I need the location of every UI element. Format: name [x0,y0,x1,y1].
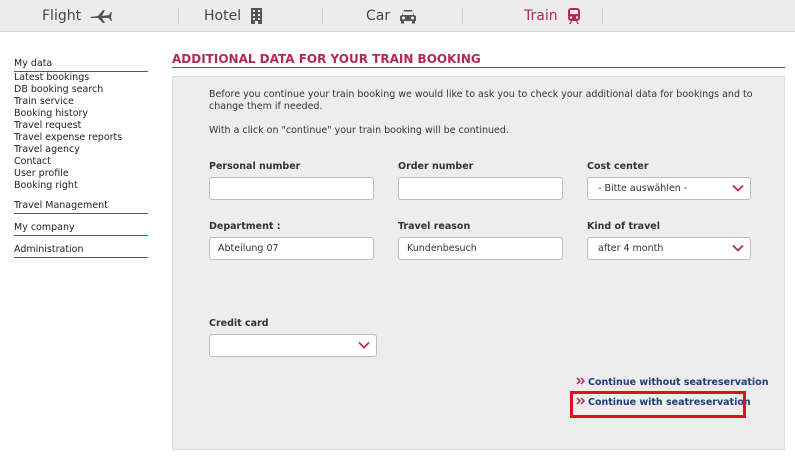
chevron-down-icon [732,244,744,256]
department-input[interactable]: Abteilung 07 [209,237,374,260]
nav-separator [322,8,323,24]
intro-text: Before you continue your train booking w… [209,89,753,112]
sidebar-my-company[interactable]: My company [14,222,148,236]
sidebar-item-user-profile[interactable]: User profile [14,168,148,180]
sidebar-item-booking-right[interactable]: Booking right [14,180,148,192]
tab-flight[interactable]: Flight [42,0,113,32]
tab-car-label: Car [366,8,391,24]
continue-hint-text: With a click on "continue" your train bo… [209,125,509,136]
sidebar-item-contact[interactable]: Contact [14,156,148,168]
sidebar-item-travel-request[interactable]: Travel request [14,120,148,132]
sidebar-item-booking-history[interactable]: Booking history [14,108,148,120]
personal-number-label: Personal number [209,161,301,172]
cost-center-value: - Bitte auswählen - [598,183,688,194]
sidebar: My data Latest bookings DB booking searc… [14,58,148,258]
highlight-box [570,391,746,418]
sidebar-my-data-list: Latest bookings DB booking search Train … [14,72,148,192]
sidebar-item-latest-bookings[interactable]: Latest bookings [14,72,148,84]
nav-separator [462,8,463,24]
sidebar-my-data[interactable]: My data [14,58,148,72]
chevron-down-icon [358,341,370,353]
continue-without-seat-label: Continue without seatreservation [588,377,769,388]
kind-of-travel-label: Kind of travel [587,221,660,232]
nav-separator [178,8,179,24]
double-chevron-right-icon [576,377,586,388]
travel-reason-input[interactable]: Kundenbesuch [398,237,563,260]
order-number-input[interactable] [398,177,563,200]
credit-card-label: Credit card [209,318,269,329]
personal-number-input[interactable] [209,177,374,200]
sidebar-administration[interactable]: Administration [14,244,148,258]
tab-hotel-label: Hotel [204,8,242,24]
cost-center-select[interactable]: - Bitte auswählen - [587,177,751,200]
cost-center-label: Cost center [587,161,649,172]
nav-separator [602,8,603,24]
sidebar-item-db-booking-search[interactable]: DB booking search [14,84,148,96]
credit-card-select[interactable] [209,334,377,357]
title-divider [172,67,785,68]
tab-car[interactable]: Car [366,0,418,32]
tab-flight-label: Flight [42,8,82,24]
car-icon [398,8,418,24]
tab-train[interactable]: Train [524,0,582,32]
order-number-label: Order number [398,161,474,172]
continue-without-seat-link[interactable]: Continue without seatreservation [576,377,768,388]
booking-data-panel: Before you continue your train booking w… [172,76,785,450]
sidebar-item-travel-expense-reports[interactable]: Travel expense reports [14,132,148,144]
tab-train-label: Train [524,8,558,24]
airplane-icon [89,8,113,24]
department-label: Department : [209,221,281,232]
building-icon [249,7,265,25]
top-navigation: Flight Hotel Car Train [0,0,795,32]
kind-of-travel-value: after 4 month [598,243,664,254]
kind-of-travel-select[interactable]: after 4 month [587,237,751,260]
travel-reason-label: Travel reason [398,221,471,232]
sidebar-item-train-service[interactable]: Train service [14,96,148,108]
chevron-down-icon [732,184,744,196]
train-icon [566,7,582,25]
sidebar-item-travel-agency[interactable]: Travel agency [14,144,148,156]
page-title: ADDITIONAL DATA FOR YOUR TRAIN BOOKING [172,52,481,66]
sidebar-travel-management[interactable]: Travel Management [14,200,148,214]
tab-hotel[interactable]: Hotel [204,0,265,32]
